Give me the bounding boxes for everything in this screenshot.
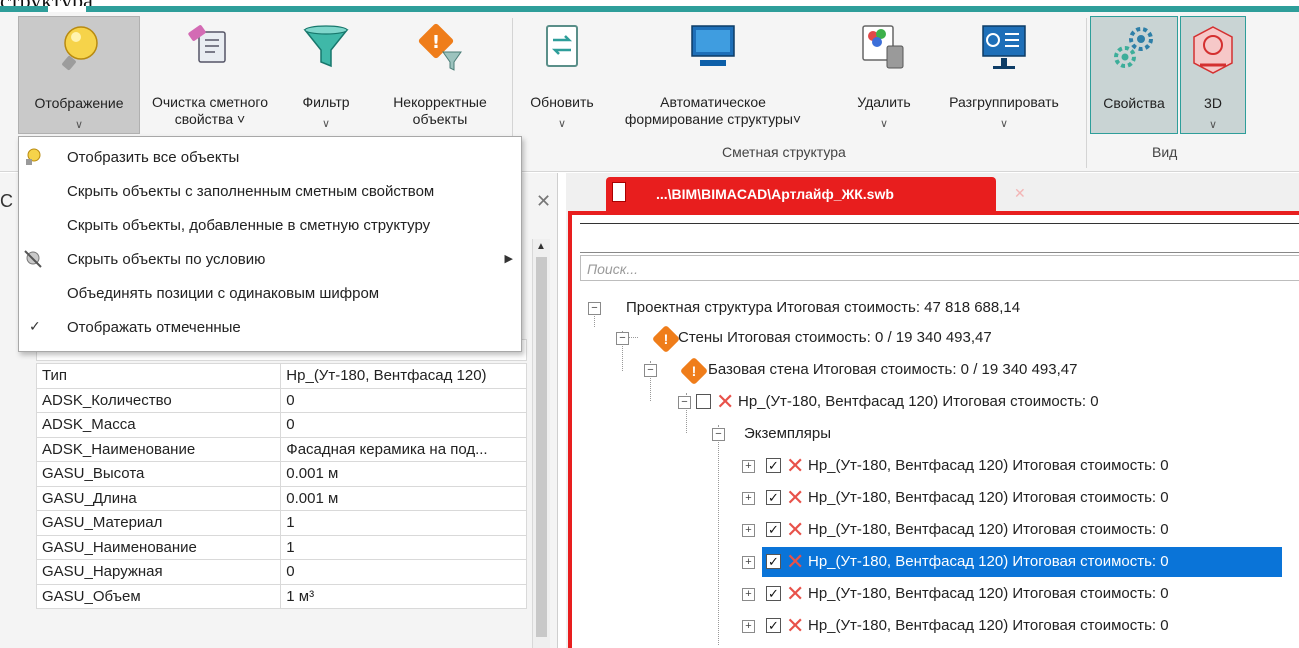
tree-node-instance[interactable]: + ✓ ✕ Нр_(Ут-180, Вентфасад 120) Итогова… [742,579,1282,609]
delete-button[interactable]: Удалить ∨ [842,16,926,134]
scroll-up-icon[interactable]: ▲ [536,241,546,252]
node-checkbox[interactable] [696,394,711,409]
hide-by-condition-icon [24,250,42,268]
close-tab-icon[interactable]: ✕ [1014,185,1026,202]
document-frame: Поиск... − Проектная структура Итоговая … [568,211,1299,648]
table-row: ADSK_Количество 0 [35,387,527,413]
tree-node-wall-type[interactable]: − ✕ Нр_(Ут-180, Вентфасад 120) Итоговая … [572,387,1272,417]
group-label-view: Вид [1152,144,1178,160]
chevron-down-icon: ∨ [999,118,1009,130]
clear-estimate-property-button[interactable]: Очистка сметного свойства ˅ [142,16,278,134]
menu-item-hide-by-condition[interactable]: Скрыть объекты по условию ▶ [19,243,521,277]
properties-table: Тип Нр_(Ут-180, Вентфасад 120) ADSK_Колич… [35,363,527,609]
menu-item-hide-filled[interactable]: Скрыть объекты с заполненным сметным сво… [19,175,521,209]
gears-icon [1114,27,1153,68]
checkmark-icon: ✓ [29,318,41,334]
node-checkbox[interactable]: ✓ [766,458,781,473]
ungroup-button[interactable]: Разгруппировать ∨ [928,16,1080,134]
properties-button[interactable]: Свойства [1090,16,1178,134]
top-strip: структура [0,0,1299,13]
tree-node-walls[interactable]: − ! Стены Итоговая стоимость: 0 / 19 340… [572,323,1272,354]
error-x-icon: ✕ [786,517,805,542]
tree-node-instance-selected[interactable]: + ✓ ✕ Нр_(Ут-180, Вентфасад 120) Итогова… [742,547,1282,577]
tree-node-instance[interactable]: + ✓ ✕ Нр_(Ут-180, Вентфасад 120) Итогова… [742,515,1282,545]
tree-node-instances[interactable]: − Экземпляры [572,419,1272,449]
collapse-icon[interactable]: − [644,364,657,377]
tree-node-base-wall[interactable]: − ! Базовая стена Итоговая стоимость: 0 … [572,355,1272,386]
collapse-icon[interactable]: − [712,428,725,441]
expand-icon[interactable]: + [742,492,755,505]
structure-tree: − Проектная структура Итоговая стоимость… [572,215,1299,648]
error-x-icon: ✕ [786,581,805,606]
chevron-down-icon: ∨ [557,118,567,130]
error-x-icon: ✕ [786,549,805,574]
group-label-estimate-structure: Сметная структура [722,144,846,160]
table-row: ADSK_Наименование Фасадная керамика на по… [35,436,527,462]
error-x-icon: ✕ [786,453,805,478]
node-checkbox[interactable]: ✓ [766,554,781,569]
expand-icon[interactable]: + [742,556,755,569]
refresh-button[interactable]: Обновить ∨ [518,16,606,134]
properties-panel-title: С [0,191,13,211]
bim-file-icon [612,182,626,202]
expand-icon[interactable]: + [742,588,755,601]
node-checkbox[interactable]: ✓ [766,490,781,505]
expand-icon[interactable]: + [742,460,755,473]
menu-item-merge-same-code[interactable]: Объединять позиции с одинаковым шифром [19,277,521,311]
collapse-icon[interactable]: − [678,396,691,409]
table-row: GASU_Длина 0.001 м [35,485,527,511]
3d-model-icon [1193,26,1233,74]
show-all-icon [26,148,41,165]
table-row: GASU_Объем 1 м³ [35,583,527,609]
menu-item-show-all[interactable]: Отобразить все объекты [19,141,521,175]
tree-node-instance[interactable]: + ✓ ✕ Нр_(Ут-180, Вентфасад 120) Итогова… [742,483,1282,513]
chevron-down-icon: ∨ [1208,119,1218,131]
warning-filter-icon: ! [418,23,462,71]
close-icon[interactable]: ✕ [536,191,551,212]
table-row: GASU_Высота 0.001 м [35,461,527,487]
table-row: GASU_Наименование 1 [35,534,527,560]
refresh-icon [546,25,578,67]
properties-scrollbar[interactable]: ▲ [532,239,550,648]
tree-root-node[interactable]: − Проектная структура Итоговая стоимость… [572,293,1272,323]
node-checkbox[interactable]: ✓ [766,522,781,537]
document-panel: ...\BIM\BIMACAD\Артлайф_ЖК.swb ✕ Поиск..… [566,173,1299,648]
menu-item-hide-added[interactable]: Скрыть объекты, добавленные в сметную ст… [19,209,521,243]
chevron-down-icon: ∨ [321,118,331,130]
menu-item-show-checked[interactable]: ✓ Отображать отмеченные [19,311,521,345]
filter-button[interactable]: Фильтр ∨ [280,16,372,134]
expand-icon[interactable]: + [742,620,755,633]
chevron-down-icon: ∨ [74,119,84,131]
filter-icon [303,25,349,68]
collapse-icon[interactable]: − [588,302,601,315]
table-row: GASU_Наружная 0 [35,559,527,585]
delete-icon [862,25,904,69]
tree-node-instance[interactable]: + ✓ ✕ Нр_(Ут-180, Вентфасад 120) Итогова… [742,611,1282,641]
document-tab[interactable]: ...\BIM\BIMACAD\Артлайф_ЖК.swb ✕ [606,177,1026,213]
3d-view-button[interactable]: 3D ∨ [1180,16,1246,134]
table-row: Тип Нр_(Ут-180, Вентфасад 120) [35,363,527,389]
svg-text:!: ! [432,32,440,53]
node-checkbox[interactable]: ✓ [766,618,781,633]
table-row: GASU_Материал 1 [35,510,527,536]
ungroup-icon [982,25,1026,69]
collapse-icon[interactable]: − [616,332,629,345]
display-button[interactable]: Отображение ∨ [18,16,140,134]
display-dropdown-menu: Отобразить все объекты Скрыть объекты с … [18,136,522,352]
error-x-icon: ✕ [786,613,805,638]
monitor-icon [691,25,735,66]
tree-node-instance[interactable]: + ✓ ✕ Нр_(Ут-180, Вентфасад 120) Итогова… [742,451,1282,481]
node-checkbox[interactable]: ✓ [766,586,781,601]
incorrect-objects-button[interactable]: ! Некорректные объекты [374,16,506,134]
chevron-down-icon: ∨ [879,118,889,130]
eraser-icon [188,25,226,63]
lightbulb-icon [62,26,98,70]
table-row: ADSK_Масса 0 [35,412,527,438]
auto-structure-button[interactable]: Автоматическое формирование структуры˅ [608,16,818,134]
error-x-icon: ✕ [786,485,805,510]
submenu-arrow-icon: ▶ [504,253,513,265]
error-x-icon: ✕ [716,389,735,414]
expand-icon[interactable]: + [742,524,755,537]
